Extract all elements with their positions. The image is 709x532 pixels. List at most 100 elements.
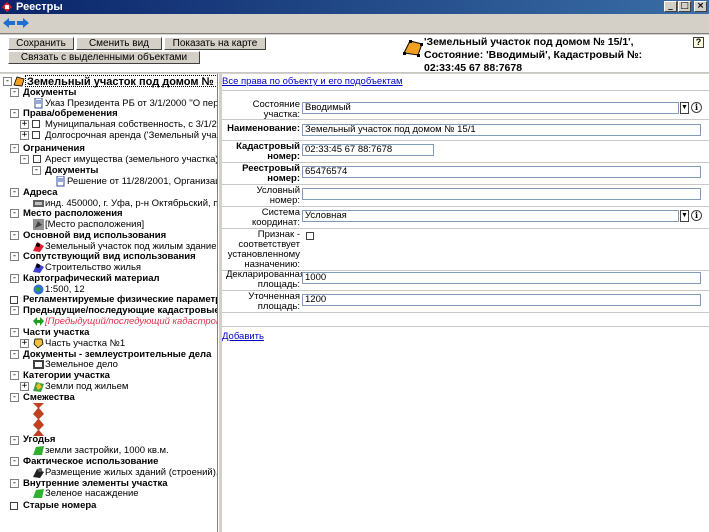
tree-section-lands[interactable]: Угодья <box>23 434 55 445</box>
tree-item[interactable]: [Предыдущий/последующий кадастровый...] <box>45 316 217 327</box>
collapse-toggle[interactable]: - <box>20 155 29 164</box>
collapse-toggle[interactable]: - <box>10 436 19 445</box>
tree-item[interactable]: Решение от 11/28/2001, Организация... <box>67 176 217 187</box>
tree-item[interactable]: земли застройки, 1000 кв.м. <box>45 445 169 456</box>
collapse-toggle[interactable]: - <box>10 252 19 261</box>
divider <box>222 119 709 120</box>
declared-area-input[interactable]: 1000 <box>302 272 701 284</box>
tree-section-physical-params[interactable]: Регламентируемые физические параметры <box>23 294 217 305</box>
collapse-toggle[interactable]: - <box>10 109 19 118</box>
tree-section-parts[interactable]: Части участка <box>23 327 89 338</box>
save-button[interactable]: Сохранить <box>8 37 74 50</box>
tree-root[interactable]: Земельный участок под домом № 15/1 <box>25 75 217 88</box>
tree-item[interactable]: Муниципальная собственность, с 3/1/2000 <box>45 119 217 130</box>
collapse-toggle[interactable]: - <box>10 457 19 466</box>
state-select[interactable]: Вводимый <box>302 102 679 114</box>
tree-item[interactable]: Арест имущества (земельного участка), с.… <box>45 154 217 165</box>
add-link[interactable]: Добавить <box>222 331 264 342</box>
navigation-bar <box>0 14 709 34</box>
tree-section-location[interactable]: Место расположения <box>23 208 123 219</box>
expand-toggle[interactable]: + <box>20 382 29 391</box>
expand-toggle[interactable]: + <box>20 339 29 348</box>
collapse-toggle[interactable]: - <box>32 166 41 175</box>
collapse-toggle[interactable]: - <box>10 209 19 218</box>
tree-item[interactable]: [Место расположения] <box>45 219 144 230</box>
registry-input[interactable]: 65476574 <box>302 166 701 178</box>
collapse-toggle[interactable]: - <box>10 393 19 402</box>
tree-section-adjacency[interactable]: Смежества <box>23 392 75 403</box>
adjacency-icon <box>33 403 44 414</box>
tree-section-restrictions[interactable]: Ограничения <box>23 143 85 154</box>
collapse-toggle[interactable]: - <box>10 350 19 359</box>
close-button[interactable]: × <box>694 1 707 12</box>
land-plot-icon <box>403 40 423 57</box>
sign-checkbox[interactable] <box>306 232 314 240</box>
tree-item[interactable]: Строительство жилья <box>45 262 141 273</box>
change-view-button[interactable]: Сменить вид <box>76 37 162 50</box>
name-input[interactable]: Земельный участок под домом № 15/1 <box>302 124 701 136</box>
tree-checkbox[interactable] <box>10 502 18 510</box>
tree-section-documents[interactable]: Документы <box>23 87 76 98</box>
maximize-button[interactable]: □ <box>678 1 691 12</box>
dropdown-arrow-icon[interactable]: ▼ <box>680 210 689 222</box>
tree-section-categories[interactable]: Категории участка <box>23 370 110 381</box>
tree-item[interactable]: Часть участка №1 <box>45 338 125 349</box>
collapse-toggle[interactable]: - <box>10 231 19 240</box>
divider <box>222 326 709 327</box>
collapse-toggle[interactable]: - <box>10 306 19 315</box>
prev-next-icon <box>33 317 44 326</box>
collapse-toggle[interactable]: - <box>10 188 19 197</box>
conditional-input[interactable] <box>302 188 701 200</box>
cadastral-input[interactable]: 02:33:45 67 88:7678 <box>302 144 434 156</box>
window-title: Реестры <box>16 1 63 13</box>
all-rights-link[interactable]: Все права по объекту и его подобъектам <box>222 76 403 87</box>
collapse-toggle[interactable]: - <box>10 328 19 337</box>
detail-panel: Все права по объекту и его подобъектам С… <box>222 74 709 532</box>
collapse-toggle[interactable]: - <box>10 479 19 488</box>
tree-checkbox[interactable] <box>10 296 18 304</box>
dropdown-arrow-icon[interactable]: ▼ <box>680 102 689 114</box>
back-arrow-icon[interactable] <box>3 17 15 29</box>
land-plot-icon <box>13 76 25 87</box>
collapse-toggle[interactable]: - <box>10 274 19 283</box>
tree-section-secondary-use[interactable]: Сопутствующий вид использования <box>23 251 196 262</box>
tree-section-addresses[interactable]: Адреса <box>23 187 58 198</box>
expand-toggle[interactable]: + <box>20 120 29 129</box>
tree-item[interactable]: Размещение жилых зданий (строений), со..… <box>45 467 217 478</box>
help-icon[interactable]: ? <box>693 37 704 48</box>
tree-item[interactable]: Зеленое насаждение <box>45 488 139 499</box>
tree-checkbox[interactable] <box>33 155 41 163</box>
tree-checkbox[interactable] <box>32 131 40 139</box>
tree-section-map[interactable]: Картографический материал <box>23 273 160 284</box>
tree-checkbox[interactable] <box>32 120 40 128</box>
link-selected-button[interactable]: Связать с выделенными объектами <box>8 51 200 64</box>
adjacency-icon <box>33 414 44 425</box>
show-on-map-button[interactable]: Показать на карте <box>164 37 266 50</box>
state-label: Состояние участка: <box>252 99 300 120</box>
collapse-toggle-root[interactable]: - <box>3 77 12 86</box>
secondary-use-icon <box>33 263 44 273</box>
greenery-icon <box>33 489 44 498</box>
tree-section-rights[interactable]: Права/обременения <box>23 108 118 119</box>
tree-item[interactable]: Долгосрочная аренда ('Земельный участок.… <box>45 130 217 141</box>
info-icon[interactable]: i <box>691 102 702 113</box>
forward-arrow-icon[interactable] <box>17 17 29 29</box>
coord-select[interactable]: Условная <box>302 210 679 222</box>
tree-section-old-numbers[interactable]: Старые номера <box>23 500 96 511</box>
collapse-toggle[interactable]: - <box>10 88 19 97</box>
collapse-toggle[interactable]: - <box>10 144 19 153</box>
refined-area-input[interactable]: 1200 <box>302 294 701 306</box>
info-icon[interactable]: i <box>691 210 702 221</box>
land-file-icon <box>33 360 44 369</box>
tree-section-prev-next[interactable]: Предыдущие/последующие кадастровые... <box>23 305 217 316</box>
expand-toggle[interactable]: + <box>20 131 29 140</box>
tree-item[interactable]: Земли под жильем <box>45 381 128 392</box>
location-icon <box>33 219 44 230</box>
minimize-button[interactable]: _ <box>664 1 677 12</box>
tree-section-main-use[interactable]: Основной вид использования <box>23 230 166 241</box>
top-panel: Сохранить Сменить вид Показать на карте … <box>0 35 709 74</box>
tree-section-documents-sub[interactable]: Документы <box>45 165 98 176</box>
tree-item[interactable]: Земельное дело <box>45 359 118 370</box>
collapse-toggle[interactable]: - <box>10 371 19 380</box>
tree-section-actual-use[interactable]: Фактическое использование <box>23 456 158 467</box>
